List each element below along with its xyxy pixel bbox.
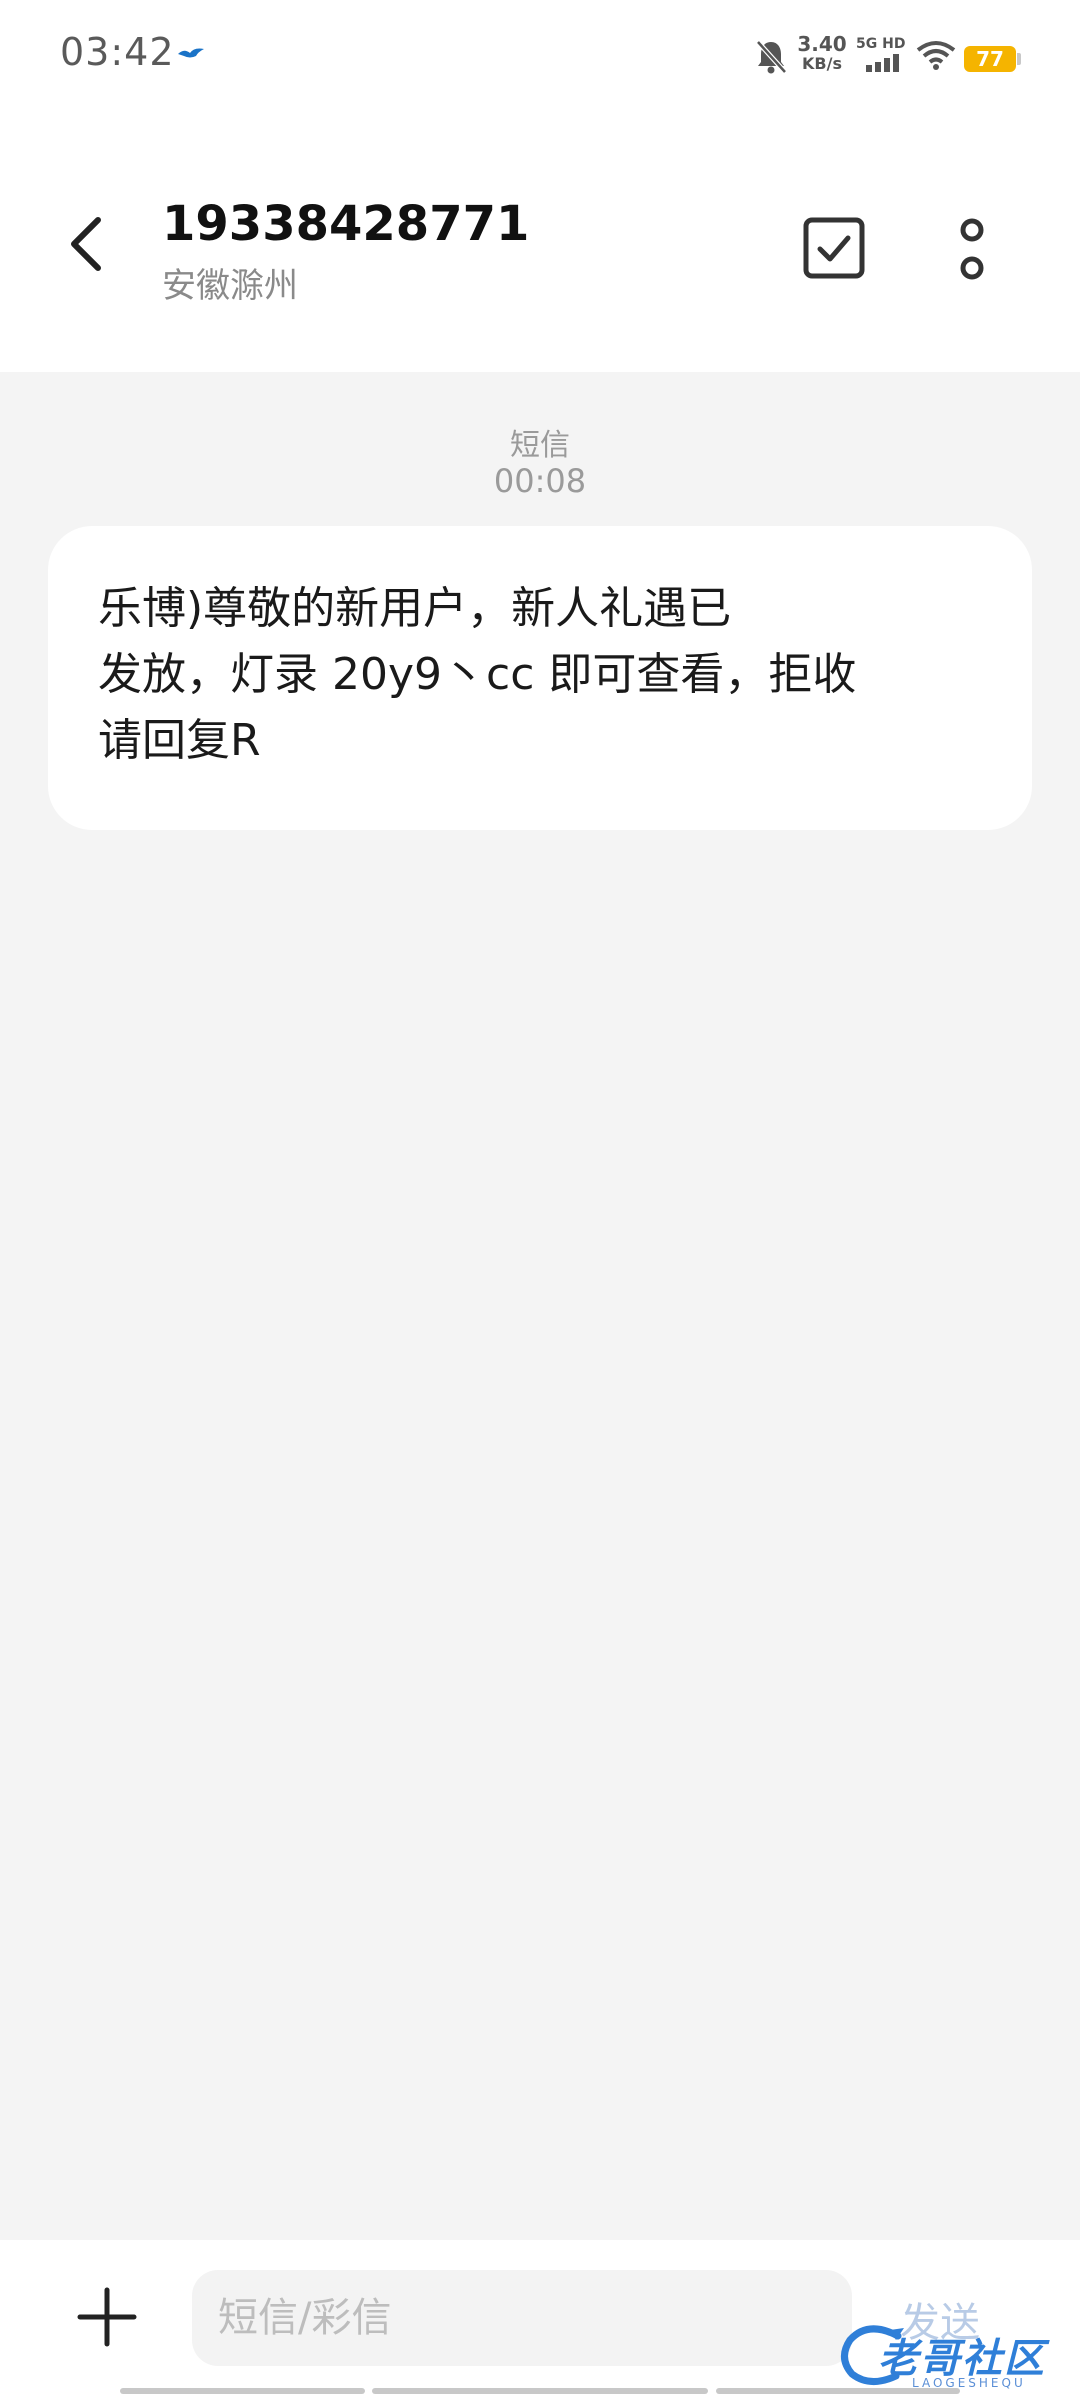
add-attachment-icon[interactable] bbox=[76, 2286, 138, 2348]
message-input[interactable]: 短信/彩信 bbox=[192, 2270, 852, 2366]
speed-unit: KB/s bbox=[802, 54, 842, 73]
nav-indicator-left bbox=[120, 2388, 365, 2394]
message-type-label: 短信 bbox=[510, 428, 570, 463]
signal-bars-icon bbox=[866, 54, 899, 72]
nav-indicator-right bbox=[716, 2388, 960, 2394]
back-arrow-icon[interactable] bbox=[58, 208, 118, 278]
contact-number: 19338428771 bbox=[162, 196, 530, 252]
network-speed: 3.40 KB/s bbox=[796, 34, 848, 74]
network-type: 5G HD bbox=[856, 36, 906, 52]
message-bubble[interactable]: 乐博)尊敬的新用户，新人礼遇已 发放，灯录 20y9丶cc 即可查看，拒收 请回… bbox=[48, 526, 1032, 830]
cellular-signal: 5G HD bbox=[856, 36, 906, 76]
status-time: 03:42 bbox=[60, 30, 175, 74]
message-timestamp: 00:08 bbox=[493, 462, 587, 500]
mute-bell-icon bbox=[756, 40, 787, 74]
status-bar: 03:42 3.40 KB/s 5G HD 77 bbox=[0, 0, 1080, 110]
message-text: 乐博)尊敬的新用户，新人礼遇已 发放，灯录 20y9丶cc 即可查看，拒收 请回… bbox=[98, 583, 857, 766]
more-vertical-icon[interactable] bbox=[950, 214, 994, 286]
bird-notification-icon bbox=[178, 48, 204, 58]
contact-location: 安徽滁州 bbox=[162, 266, 298, 306]
nav-indicator-center bbox=[372, 2388, 708, 2394]
speed-value: 3.40 bbox=[797, 32, 847, 56]
checkbox-icon[interactable] bbox=[800, 214, 868, 282]
battery-indicator: 77 bbox=[964, 46, 1016, 72]
battery-cap bbox=[1017, 53, 1021, 65]
wifi-icon bbox=[916, 41, 956, 70]
watermark-logo: 老哥社区 LAOGESHEQU bbox=[838, 2318, 1068, 2396]
